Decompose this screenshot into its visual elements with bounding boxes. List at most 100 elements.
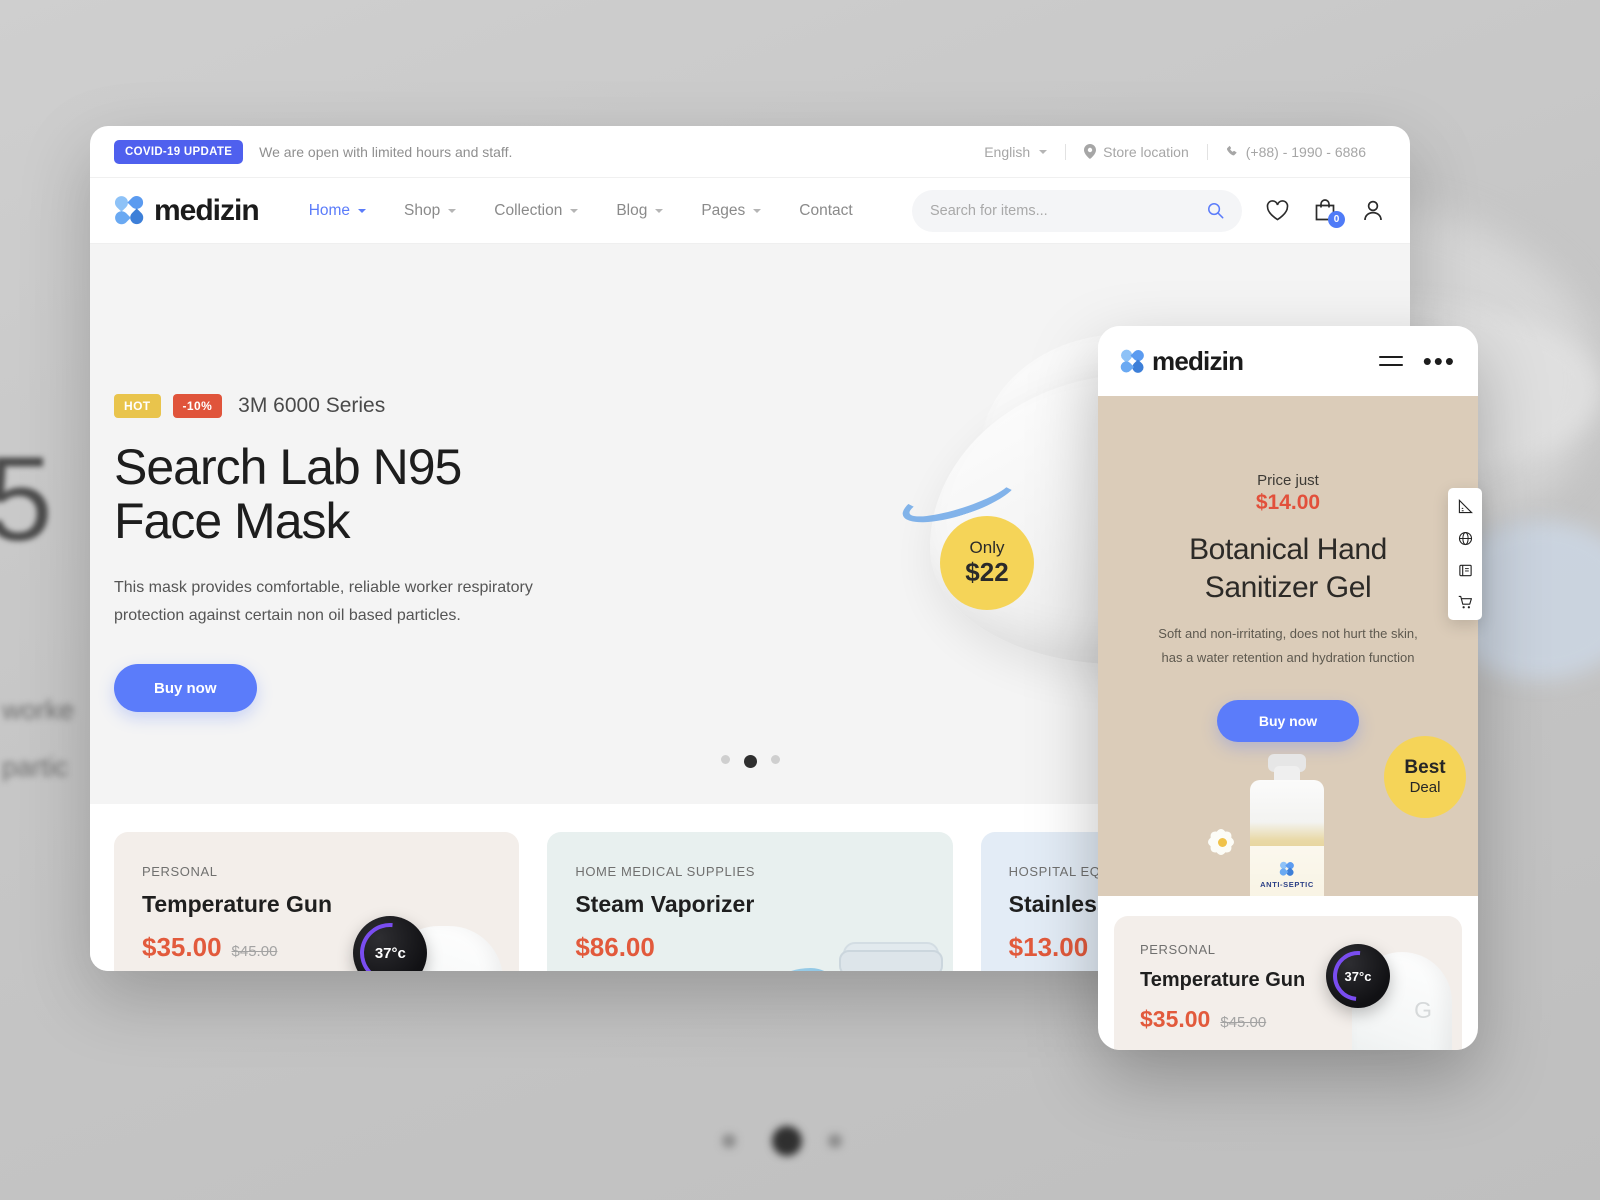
bottle-label: ANTI-SEPTIC [1250, 846, 1324, 896]
product-price: $35.00 [1140, 1006, 1211, 1032]
hero-series-label: 3M 6000 Series [238, 394, 386, 417]
medizin-logo-icon [112, 193, 146, 228]
more-options-icon[interactable]: ••• [1423, 347, 1456, 374]
announcement-bar: COVID-19 UPDATE We are open with limited… [90, 126, 1410, 178]
bubble-label: Only [969, 538, 1005, 558]
vaporizer-lid [838, 950, 943, 971]
medizin-logo-icon [1278, 860, 1296, 878]
floating-tool-strip [1448, 488, 1482, 620]
nav-links: Home Shop Collection Blog Pages Contact [293, 196, 869, 226]
mobile-desc-line-1: Soft and non-irritating, does not hurt t… [1158, 626, 1418, 641]
temperature-gun-image: G 37°c [339, 887, 509, 971]
store-location-label: Store location [1103, 143, 1189, 160]
hero-title-line-2: Face Mask [114, 493, 351, 549]
nav-item-home[interactable]: Home [293, 196, 382, 226]
best-deal-badge: Best Deal [1384, 736, 1466, 818]
globe-icon[interactable] [1457, 530, 1473, 546]
carousel-dot-2-active[interactable] [743, 755, 757, 768]
medizin-logo-icon [1118, 347, 1146, 375]
mobile-brand-logo[interactable]: medizin [1118, 345, 1244, 377]
book-icon[interactable] [1457, 562, 1473, 578]
nav-label: Shop [404, 201, 441, 219]
bottle-label-text: ANTI-SEPTIC [1260, 879, 1314, 889]
mobile-description: Soft and non-irritating, does not hurt t… [1098, 622, 1478, 670]
nav-label: Blog [616, 201, 648, 219]
announcement-text: We are open with limited hours and staff… [259, 143, 513, 160]
hero-buy-now-button[interactable]: Buy now [114, 664, 257, 712]
chevron-down-icon [358, 208, 367, 213]
search-input[interactable]: Search for items... [912, 189, 1242, 232]
hero-title-line-1: Search Lab N95 [114, 439, 462, 495]
product-price: $86.00 [575, 932, 655, 962]
product-price: $35.00 [142, 932, 222, 962]
gun-brand-glyph: G [1414, 997, 1432, 1023]
mobile-hero: Price just $14.00 Botanical Hand Sanitiz… [1098, 396, 1478, 896]
carousel-dot-1[interactable] [720, 755, 730, 764]
nav-item-pages[interactable]: Pages [685, 196, 777, 226]
store-location-link[interactable]: Store location [1066, 144, 1207, 160]
language-label: English [984, 143, 1031, 160]
mobile-brand-name: medizin [1152, 345, 1244, 376]
product-card-temperature-gun[interactable]: PERSONAL Temperature Gun $35.00 $45.00 B… [114, 832, 520, 971]
topbar-utilities: English Store location (+88) - 1990 - 68… [966, 143, 1384, 160]
nav-item-contact[interactable]: Contact [783, 196, 868, 226]
hero-title: Search Lab N95 Face Mask [114, 440, 734, 548]
mobile-title-line-2: Sanitizer Gel [1204, 570, 1372, 604]
nav-item-shop[interactable]: Shop [388, 196, 472, 226]
discount-tag: -10% [172, 394, 223, 418]
steam-vaporizer-image [754, 887, 943, 971]
product-old-price: $45.00 [1220, 1014, 1267, 1031]
product-card-steam-vaporizer[interactable]: HOME MEDICAL SUPPLIES Steam Vaporizer $8… [547, 832, 953, 971]
wishlist-button[interactable] [1264, 198, 1290, 224]
search-icon[interactable] [1207, 202, 1224, 219]
nav-item-blog[interactable]: Blog [600, 196, 679, 226]
mobile-navigation: medizin ••• [1098, 326, 1478, 396]
hero-copy: HOT -10% 3M 6000 Series Search Lab N95 F… [114, 394, 734, 712]
bg-ghost-word-2: partic [2, 752, 69, 782]
phone-link[interactable]: (+88) - 1990 - 6886 [1208, 144, 1384, 160]
chevron-down-icon [655, 208, 664, 213]
cart-button[interactable]: 0 [1312, 198, 1345, 228]
mobile-desc-line-2: has a water retention and hydration func… [1161, 650, 1415, 666]
hero-desc-line-2: protection against certain non oil based… [114, 607, 461, 624]
sanitizer-bottle-image: ANTI-SEPTIC [1188, 754, 1388, 896]
background-carousel-dots [710, 1120, 870, 1170]
bg-ghost-word-1: worke [2, 695, 75, 725]
main-navigation: medizin Home Shop Collection Blog Pages [90, 178, 1410, 244]
chevron-down-icon [570, 208, 579, 213]
cart-icon[interactable] [1457, 594, 1473, 610]
mobile-buy-now-button[interactable]: Buy now [1217, 700, 1359, 743]
mobile-price: $14.00 [1255, 491, 1321, 514]
chevron-down-icon [448, 208, 457, 213]
hero-description: This mask provides comfortable, reliable… [114, 574, 554, 630]
vaporizer-mask [754, 968, 851, 971]
ruler-icon[interactable] [1457, 498, 1473, 514]
temperature-gun-image: G 37°c [1308, 918, 1458, 1050]
hero-tags: HOT -10% 3M 6000 Series [114, 394, 734, 418]
search-placeholder: Search for items... [930, 202, 1048, 219]
chevron-down-icon [1039, 149, 1048, 154]
mobile-title-line-1: Botanical Hand [1189, 533, 1387, 566]
hot-tag: HOT [114, 394, 161, 418]
heart-icon [1266, 200, 1288, 221]
mobile-product-title: Botanical Hand Sanitizer Gel [1098, 531, 1478, 606]
carousel-dot-3[interactable] [770, 755, 780, 764]
account-button[interactable] [1360, 198, 1386, 224]
mobile-mockup: medizin ••• Price just $14.00 Botanical … [1098, 326, 1478, 1050]
mobile-price-label: Price just [1257, 472, 1319, 489]
brand-logo[interactable]: medizin [112, 193, 260, 228]
nav-label: Collection [494, 201, 563, 219]
product-old-price: $45.00 [231, 943, 278, 960]
product-price: $13.00 [1008, 932, 1089, 962]
gun-progress-arc [348, 910, 433, 971]
hamburger-menu-icon[interactable] [1378, 355, 1403, 366]
covid-update-badge: COVID-19 UPDATE [114, 139, 244, 164]
mobile-product-card[interactable]: PERSONAL Temperature Gun $35.00 $45.00 B… [1114, 916, 1462, 1050]
language-selector[interactable]: English [966, 144, 1065, 160]
daisy-flower [1194, 814, 1248, 868]
product-category: HOME MEDICAL SUPPLIES [575, 864, 756, 879]
mobile-nav-actions: ••• [1378, 347, 1456, 374]
gun-display: 37°c [1322, 940, 1394, 1012]
nav-item-collection[interactable]: Collection [478, 196, 594, 226]
nav-actions: Search for items... 0 [912, 189, 1386, 232]
